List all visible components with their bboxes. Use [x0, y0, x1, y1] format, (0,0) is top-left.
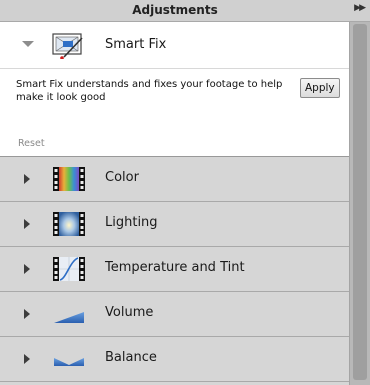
section-label: Color [105, 170, 139, 185]
adjustments-panel: Adjustments ▶▶ Smart Fix Smart Fix under… [0, 0, 370, 385]
smart-fix-icon [52, 33, 83, 59]
section-balance[interactable]: Balance [0, 337, 349, 382]
section-volume[interactable]: Volume [0, 292, 349, 337]
reset-link[interactable]: Reset [18, 138, 45, 149]
scrollbar-thumb[interactable] [353, 24, 367, 380]
smart-fix-section: Smart Fix Smart Fix understands and fixe… [0, 22, 349, 157]
expand-chevron-right-icon[interactable] [24, 264, 30, 274]
section-label: Volume [105, 305, 154, 320]
expand-chevron-right-icon[interactable] [24, 309, 30, 319]
apply-button[interactable]: Apply [300, 78, 340, 98]
expand-chevron-right-icon[interactable] [24, 219, 30, 229]
section-label: Temperature and Tint [105, 260, 245, 275]
double-chevron-right-icon[interactable]: ▶▶ [354, 3, 366, 13]
expand-chevron-right-icon[interactable] [24, 354, 30, 364]
smart-fix-header[interactable]: Smart Fix [0, 22, 349, 69]
section-temperature-and-tint[interactable]: Temperature and Tint [0, 247, 349, 292]
expand-chevron-right-icon[interactable] [24, 174, 30, 184]
section-label: Lighting [105, 215, 158, 230]
panel-titlebar: Adjustments ▶▶ [0, 0, 370, 22]
smart-fix-label: Smart Fix [105, 37, 167, 52]
smart-fix-description: Smart Fix understands and fixes your foo… [16, 79, 283, 103]
section-label: Balance [105, 350, 157, 365]
panel-title: Adjustments [132, 3, 218, 17]
vertical-scrollbar[interactable] [349, 22, 370, 385]
balance-icon [54, 358, 84, 366]
lighting-filmstrip-icon [53, 212, 85, 236]
temperature-curve-icon [53, 257, 85, 281]
section-color[interactable]: Color [0, 157, 349, 202]
expand-chevron-down-icon[interactable] [22, 41, 34, 47]
color-filmstrip-icon [53, 167, 85, 191]
volume-wedge-icon [54, 312, 84, 323]
section-lighting[interactable]: Lighting [0, 202, 349, 247]
